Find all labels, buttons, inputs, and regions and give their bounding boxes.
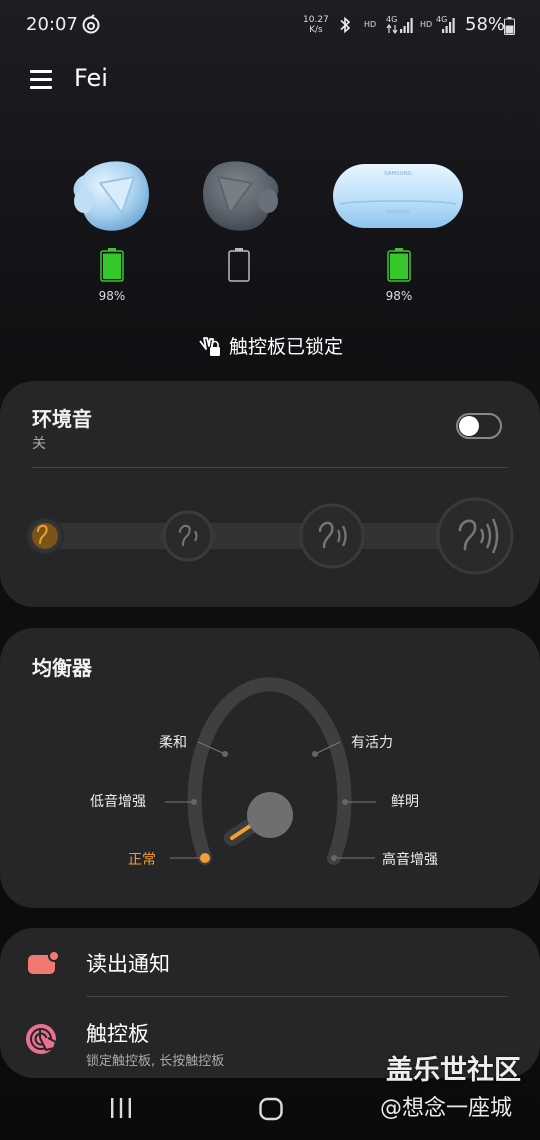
- home-button[interactable]: [258, 1096, 284, 1122]
- menu-button[interactable]: [30, 68, 54, 92]
- touch-lock-icon: [199, 337, 220, 356]
- network-speed-value: 10.27: [303, 15, 329, 25]
- ambient-level-slider[interactable]: [20, 491, 520, 581]
- ambient-divider: [32, 467, 508, 468]
- notification-icon: [28, 950, 60, 974]
- touchpad-lock-status: 触控板已锁定: [0, 332, 540, 359]
- read-notifications-item[interactable]: 读出通知: [0, 928, 540, 998]
- case-brand-text: SAMSUNG: [384, 171, 412, 177]
- case-battery-icon: [387, 248, 411, 282]
- charging-case-image: SAMSUNG: [333, 164, 463, 228]
- ambient-sound-status: 关: [32, 436, 46, 452]
- eq-preset-soft[interactable]: 柔和: [159, 732, 187, 752]
- ambient-level-3[interactable]: [299, 503, 365, 569]
- eq-dot-clear[interactable]: [342, 799, 348, 805]
- signal-icon-2: [442, 18, 455, 33]
- eq-dot-treble-boost[interactable]: [331, 855, 337, 861]
- network-speed: 10.27 K/s: [303, 15, 329, 35]
- signal-icon: [400, 18, 413, 33]
- touchpad-subtitle: 锁定触控板, 长按触控板: [86, 1054, 225, 1069]
- right-earbud-image: [203, 161, 279, 231]
- ambient-sound-card: 环境音 关: [0, 381, 540, 607]
- left-bud-battery-percent: 98%: [98, 289, 126, 303]
- bluetooth-icon: [340, 16, 351, 34]
- case-battery-percent: 98%: [385, 289, 413, 303]
- equalizer-dial[interactable]: [0, 628, 540, 908]
- watermark-title: 盖乐世社区: [386, 1055, 521, 1086]
- touchpad-lock-label: 触控板已锁定: [228, 336, 343, 358]
- ambient-level-2[interactable]: [162, 510, 214, 562]
- eq-preset-clear[interactable]: 鲜明: [391, 791, 419, 811]
- equalizer-card: 均衡器 正常 低音增强 柔和 有活力 鲜明 高音增强: [0, 628, 540, 908]
- eq-dot-dynamic[interactable]: [312, 751, 318, 757]
- eq-dot-soft[interactable]: [222, 751, 228, 757]
- watermark-author: @想念一座城: [380, 1096, 513, 1121]
- network-type: 4G: [386, 15, 398, 24]
- data-arrows-icon: [386, 24, 398, 34]
- left-earbud-image: [73, 161, 149, 231]
- ambient-sound-toggle[interactable]: [456, 413, 502, 439]
- eq-preset-normal[interactable]: 正常: [128, 849, 156, 869]
- status-time: 20:07: [26, 14, 78, 35]
- ambient-sound-title: 环境音: [32, 407, 92, 431]
- eq-dot-normal[interactable]: [200, 853, 210, 863]
- right-bud-battery-icon: [228, 248, 250, 282]
- left-bud-battery-icon: [100, 248, 124, 282]
- equalizer-knob[interactable]: [224, 792, 293, 846]
- eq-preset-treble-boost[interactable]: 高音增强: [382, 849, 438, 869]
- recent-apps-button[interactable]: [108, 1097, 134, 1119]
- ambient-level-4[interactable]: [436, 497, 514, 575]
- touchpad-icon: [26, 1024, 57, 1054]
- hd-badge: HD: [364, 20, 377, 29]
- sync-icon: [82, 14, 100, 34]
- hd-badge-2: HD: [420, 20, 433, 29]
- ambient-level-1[interactable]: [26, 517, 64, 555]
- touchpad-title: 触控板: [86, 1022, 149, 1046]
- eq-preset-dynamic[interactable]: 有活力: [351, 732, 393, 752]
- network-speed-unit: K/s: [309, 25, 323, 35]
- read-notifications-title: 读出通知: [86, 952, 170, 976]
- device-name: Fei: [74, 64, 108, 92]
- eq-preset-bass-boost[interactable]: 低音增强: [90, 791, 146, 811]
- list-divider: [86, 996, 508, 997]
- status-icons: HD 4G HD 4G: [336, 14, 461, 36]
- status-battery-text: 58%: [465, 14, 506, 35]
- eq-dot-bass-boost[interactable]: [191, 799, 197, 805]
- battery-icon: [504, 17, 515, 35]
